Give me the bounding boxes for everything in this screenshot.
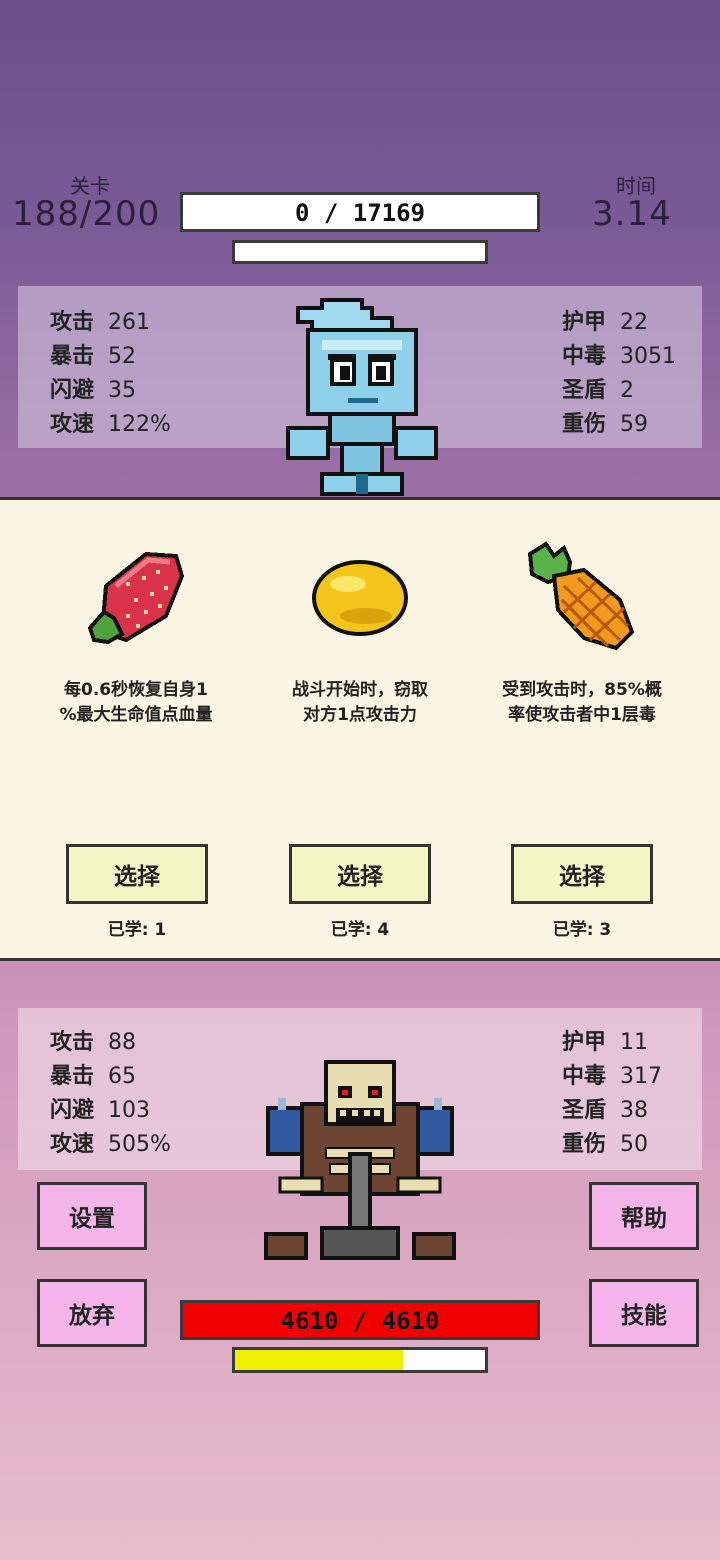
- stat-row: 闪避 103: [50, 1092, 150, 1124]
- stat-row: 中毒 317: [562, 1058, 662, 1090]
- help-button[interactable]: 帮助: [589, 1182, 699, 1250]
- stat-value: 3051: [620, 344, 677, 369]
- enemy-energy-fill: [235, 1350, 403, 1370]
- stat-label: 攻击: [50, 310, 95, 335]
- stat-row: 护甲 22: [562, 304, 648, 336]
- time-value: 3.14: [592, 194, 672, 234]
- enemy-hp-bar: 4610 / 4610: [180, 1300, 540, 1340]
- stat-value: 505%: [108, 1132, 171, 1157]
- stat-row: 重伤 59: [562, 406, 648, 438]
- strawberry-icon: [87, 551, 185, 645]
- card-2-description: 战斗开始时，窃取 对方1点攻击力: [292, 680, 428, 725]
- settings-button[interactable]: 设置: [37, 1182, 147, 1250]
- select-card-3-button[interactable]: 选择: [511, 844, 653, 904]
- stat-row: 中毒 3051: [562, 338, 676, 370]
- stat-row: 重伤 50: [562, 1126, 648, 1158]
- stat-value: 38: [620, 1098, 649, 1123]
- stat-row: 攻击 88: [50, 1024, 136, 1056]
- skills-button[interactable]: 技能: [589, 1279, 699, 1347]
- stat-label: 中毒: [562, 344, 607, 369]
- stat-value: 122%: [108, 412, 171, 437]
- card-1-learned-count: 已学: 1: [107, 920, 167, 940]
- player-hp-text: 0 / 17169: [294, 199, 426, 227]
- stat-value: 261: [108, 310, 151, 335]
- stat-value: 22: [620, 310, 649, 335]
- enemy-character: [264, 1060, 456, 1260]
- give-up-button[interactable]: 放弃: [37, 1279, 147, 1347]
- card-3-learned-count: 已学: 3: [552, 920, 612, 940]
- card-1-description: 每0.6秒恢复自身1 %最大生命值点血量: [59, 680, 213, 725]
- stat-value: 35: [108, 378, 137, 403]
- stat-label: 重伤: [562, 1132, 607, 1157]
- stat-row: 闪避 35: [50, 372, 136, 404]
- stat-row: 暴击 65: [50, 1058, 136, 1090]
- stat-label: 闪避: [50, 1098, 95, 1123]
- stat-label: 护甲: [562, 310, 607, 335]
- stat-row: 圣盾 38: [562, 1092, 648, 1124]
- stat-value: 11: [620, 1030, 649, 1055]
- player-character: [286, 298, 438, 496]
- stat-row: 攻速 505%: [50, 1126, 171, 1158]
- stat-label: 攻速: [50, 1132, 95, 1157]
- player-hp-bar: 0 / 17169: [180, 192, 540, 232]
- stat-value: 65: [108, 1064, 137, 1089]
- stat-row: 暴击 52: [50, 338, 136, 370]
- stat-label: 攻击: [50, 1030, 95, 1055]
- card-3-description: 受到攻击时，85%概 率使攻击者中1层毒: [502, 680, 662, 725]
- stat-value: 59: [620, 412, 649, 437]
- stat-label: 重伤: [562, 412, 607, 437]
- stat-value: 50: [620, 1132, 649, 1157]
- stat-value: 317: [620, 1064, 663, 1089]
- select-card-1-button[interactable]: 选择: [66, 844, 208, 904]
- stat-label: 护甲: [562, 1030, 607, 1055]
- card-2-learned-count: 已学: 4: [330, 920, 390, 940]
- lemon-icon: [312, 560, 408, 636]
- stat-label: 中毒: [562, 1064, 607, 1089]
- stat-label: 圣盾: [562, 1098, 607, 1123]
- stat-label: 暴击: [50, 344, 95, 369]
- select-card-2-button[interactable]: 选择: [289, 844, 431, 904]
- stat-row: 圣盾 2: [562, 372, 634, 404]
- pineapple-icon: [527, 541, 635, 651]
- stat-label: 暴击: [50, 1064, 95, 1089]
- stat-row: 攻击 261: [50, 304, 150, 336]
- stat-label: 圣盾: [562, 378, 607, 403]
- level-value: 188/200: [12, 194, 161, 234]
- stat-value: 52: [108, 344, 137, 369]
- stat-row: 护甲 11: [562, 1024, 648, 1056]
- enemy-hp-text: 4610 / 4610: [280, 1307, 440, 1335]
- stat-row: 攻速 122%: [50, 406, 171, 438]
- stat-value: 88: [108, 1030, 137, 1055]
- enemy-energy-bar: [232, 1347, 488, 1373]
- stat-value: 103: [108, 1098, 151, 1123]
- stat-label: 攻速: [50, 412, 95, 437]
- stat-label: 闪避: [50, 378, 95, 403]
- stat-value: 2: [620, 378, 635, 403]
- player-energy-bar: [232, 240, 488, 264]
